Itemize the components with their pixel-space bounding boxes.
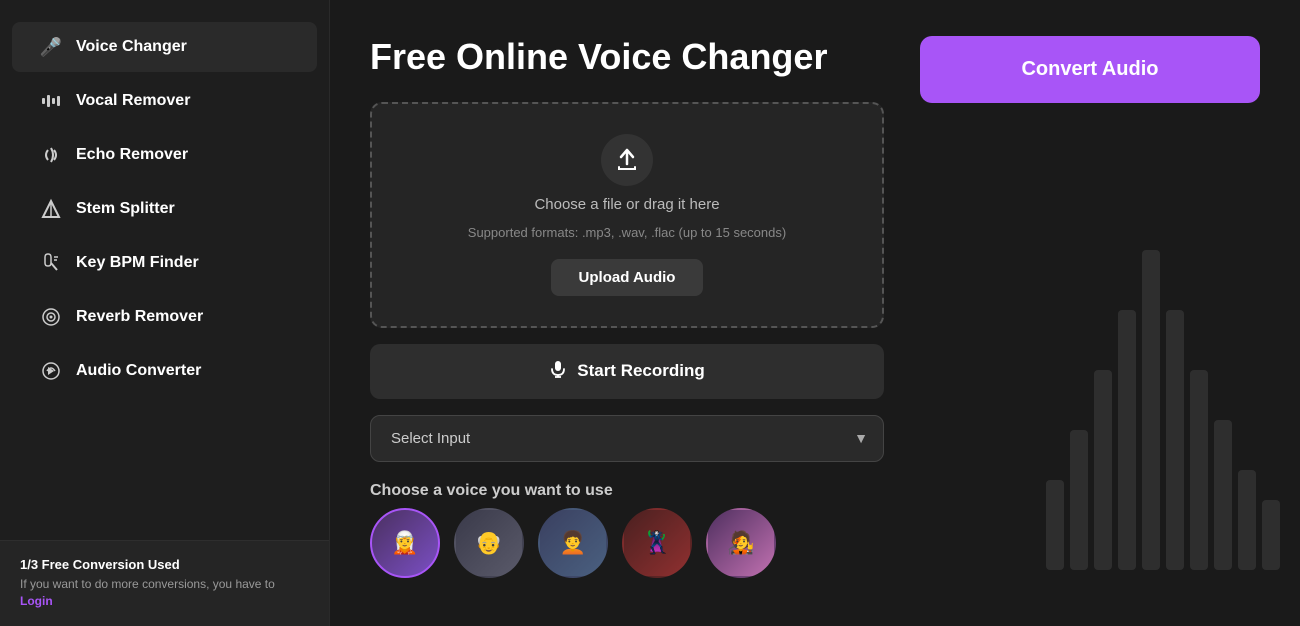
upload-text-sub: Supported formats: .mp3, .wav, .flac (up…	[468, 223, 786, 243]
voice-avatar-5[interactable]: 🧑‍🎤	[706, 508, 776, 578]
waveform-bar	[1190, 370, 1208, 570]
echo-icon	[40, 144, 62, 166]
voice-section-title: Choose a voice you want to use	[370, 482, 884, 500]
voice-avatar-4[interactable]: 🦹	[622, 508, 692, 578]
upload-audio-button[interactable]: Upload Audio	[551, 259, 704, 296]
page-title: Free Online Voice Changer	[370, 36, 884, 78]
microphone-icon	[549, 360, 567, 383]
sidebar-item-label: Echo Remover	[76, 146, 188, 164]
right-panel: Convert Audio	[920, 36, 1260, 590]
sidebar-item-audio-converter[interactable]: Audio Converter	[12, 346, 317, 396]
waveform-bar	[1238, 470, 1256, 570]
sidebar-item-reverb-remover[interactable]: Reverb Remover	[12, 292, 317, 342]
upload-dropzone[interactable]: Choose a file or drag it here Supported …	[370, 102, 884, 328]
upload-icon	[601, 134, 653, 186]
voice-avatar-3[interactable]: 🧑‍🦱	[538, 508, 608, 578]
sidebar-item-vocal-remover[interactable]: Vocal Remover	[12, 76, 317, 126]
record-button-label: Start Recording	[577, 361, 705, 381]
waveform-bar	[1142, 250, 1160, 570]
voice-section: Choose a voice you want to use 🧝 👴 🧑‍🦱 🦹…	[370, 478, 884, 578]
sidebar-item-key-bpm-finder[interactable]: Key BPM Finder	[12, 238, 317, 288]
waveform-decoration	[1046, 250, 1280, 570]
sidebar-item-label: Audio Converter	[76, 362, 201, 380]
login-link[interactable]: Login	[20, 594, 53, 608]
sidebar-item-label: Reverb Remover	[76, 308, 203, 326]
sidebar-item-label: Voice Changer	[76, 38, 187, 56]
waveform-bar	[1166, 310, 1184, 570]
reverb-icon	[40, 306, 62, 328]
converter-icon	[40, 360, 62, 382]
vocal-remover-icon	[40, 90, 62, 112]
input-select-wrapper: Select Input ▼	[370, 415, 884, 462]
waveform-bar	[1214, 420, 1232, 570]
voice-avatar-2[interactable]: 👴	[454, 508, 524, 578]
sidebar-item-label: Stem Splitter	[76, 200, 175, 218]
main-content: Free Online Voice Changer Choose a file …	[330, 0, 1300, 626]
waveform-bar	[1094, 370, 1112, 570]
left-panel: Free Online Voice Changer Choose a file …	[370, 36, 884, 590]
start-recording-button[interactable]: Start Recording	[370, 344, 884, 399]
voice-avatars: 🧝 👴 🧑‍🦱 🦹 🧑‍🎤	[370, 508, 884, 578]
bpm-icon	[40, 252, 62, 274]
conversion-title: 1/3 Free Conversion Used	[20, 557, 309, 572]
voice-avatar-1[interactable]: 🧝	[370, 508, 440, 578]
conversion-desc: If you want to do more conversions, you …	[20, 576, 309, 610]
convert-audio-button[interactable]: Convert Audio	[920, 36, 1260, 103]
select-input[interactable]: Select Input	[370, 415, 884, 462]
sidebar-item-label: Vocal Remover	[76, 92, 190, 110]
sidebar-item-echo-remover[interactable]: Echo Remover	[12, 130, 317, 180]
sidebar: 🎤 Voice Changer Vocal Remover Echo Remov…	[0, 0, 330, 626]
stem-icon	[40, 198, 62, 220]
sidebar-item-voice-changer[interactable]: 🎤 Voice Changer	[12, 22, 317, 72]
waveform-bar	[1118, 310, 1136, 570]
waveform-bar	[1070, 430, 1088, 570]
waveform-bar	[1046, 480, 1064, 570]
sidebar-item-label: Key BPM Finder	[76, 254, 199, 272]
sidebar-item-stem-splitter[interactable]: Stem Splitter	[12, 184, 317, 234]
waveform-bar	[1262, 500, 1280, 570]
mic-icon: 🎤	[40, 36, 62, 58]
upload-text-main: Choose a file or drag it here	[534, 196, 719, 213]
sidebar-conversion-info: 1/3 Free Conversion Used If you want to …	[0, 540, 329, 626]
